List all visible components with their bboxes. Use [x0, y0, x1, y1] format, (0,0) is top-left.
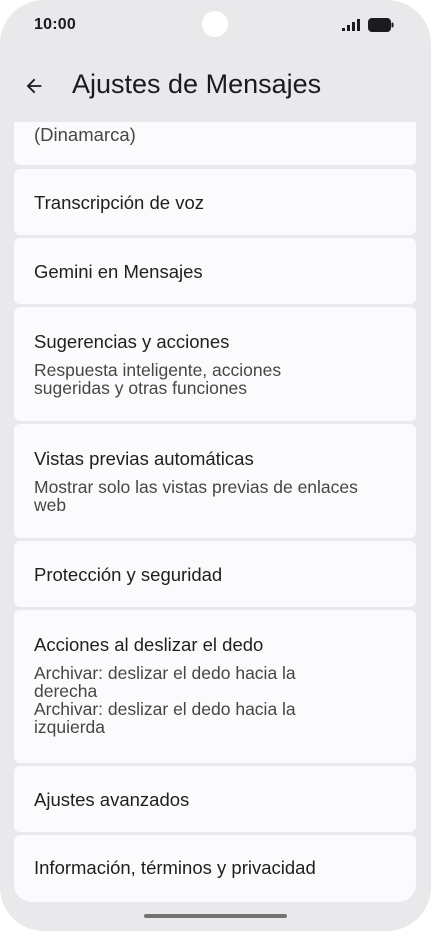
- subtitle-line: izquierda: [34, 717, 106, 737]
- subtitle-line: derecha: [34, 681, 98, 701]
- settings-item-advanced[interactable]: Ajustes avanzados: [14, 766, 416, 832]
- settings-item-title: Protección y seguridad: [34, 564, 223, 585]
- settings-item-title: Transcripción de voz: [34, 192, 204, 213]
- settings-item-suggestions[interactable]: Sugerencias y acciones Respuesta intelig…: [14, 307, 416, 421]
- settings-item-about[interactable]: Información, términos y privacidad: [14, 835, 416, 902]
- subtitle-line: web: [34, 495, 67, 515]
- settings-item-voice-transcription[interactable]: Transcripción de voz: [14, 169, 416, 235]
- page-title: Ajustes de Mensajes: [72, 69, 322, 99]
- settings-item-subtitle: Mostrar solo las vistas previas de enlac…: [34, 478, 402, 514]
- app-bar: Ajustes de Mensajes: [0, 56, 431, 122]
- arrow-back-icon: [26, 78, 42, 94]
- signal-icon: [342, 19, 360, 31]
- settings-item-title: Ajustes avanzados: [34, 789, 190, 810]
- subtitle-line: Mostrar solo las vistas previas de enlac…: [34, 477, 358, 497]
- settings-item-subtitle: Respuesta inteligente, acciones sugerida…: [34, 361, 402, 397]
- subtitle-line: Archivar: deslizar el dedo hacia la: [34, 663, 296, 683]
- settings-item-previews[interactable]: Vistas previas automáticas Mostrar solo …: [14, 424, 416, 538]
- subtitle-line: Archivar: deslizar el dedo hacia la: [34, 699, 296, 719]
- settings-item-title: Gemini en Mensajes: [34, 261, 203, 282]
- camera-cutout: [202, 11, 228, 37]
- settings-item-secondary: (Dinamarca): [34, 124, 136, 145]
- status-time: 10:00: [34, 16, 76, 33]
- settings-item-title: Vistas previas automáticas: [34, 448, 254, 469]
- battery-icon: [368, 18, 394, 32]
- settings-item-title: Sugerencias y acciones: [34, 331, 230, 352]
- subtitle-line: sugeridas y otras funciones: [34, 378, 248, 398]
- settings-item-gemini[interactable]: Gemini en Mensajes: [14, 238, 416, 304]
- settings-list: (Dinamarca) Transcripción de voz Gemini …: [0, 122, 431, 902]
- settings-item-protection[interactable]: Protección y seguridad: [14, 541, 416, 607]
- back-button[interactable]: [18, 70, 50, 102]
- status-bar: 10:00: [0, 0, 431, 56]
- settings-item-partial[interactable]: (Dinamarca): [14, 122, 416, 165]
- settings-item-swipe-actions[interactable]: Acciones al deslizar el dedo Archivar: d…: [14, 610, 416, 763]
- settings-item-title: Información, términos y privacidad: [34, 857, 316, 878]
- phone-screen: 10:00 Ajustes de Mensajes (Dinamarca) Tr…: [0, 0, 431, 931]
- settings-item-title: Acciones al deslizar el dedo: [34, 634, 264, 655]
- subtitle-line: Respuesta inteligente, acciones: [34, 360, 282, 380]
- home-indicator[interactable]: [144, 914, 287, 918]
- settings-item-subtitle: Archivar: deslizar el dedo hacia la dere…: [34, 664, 402, 736]
